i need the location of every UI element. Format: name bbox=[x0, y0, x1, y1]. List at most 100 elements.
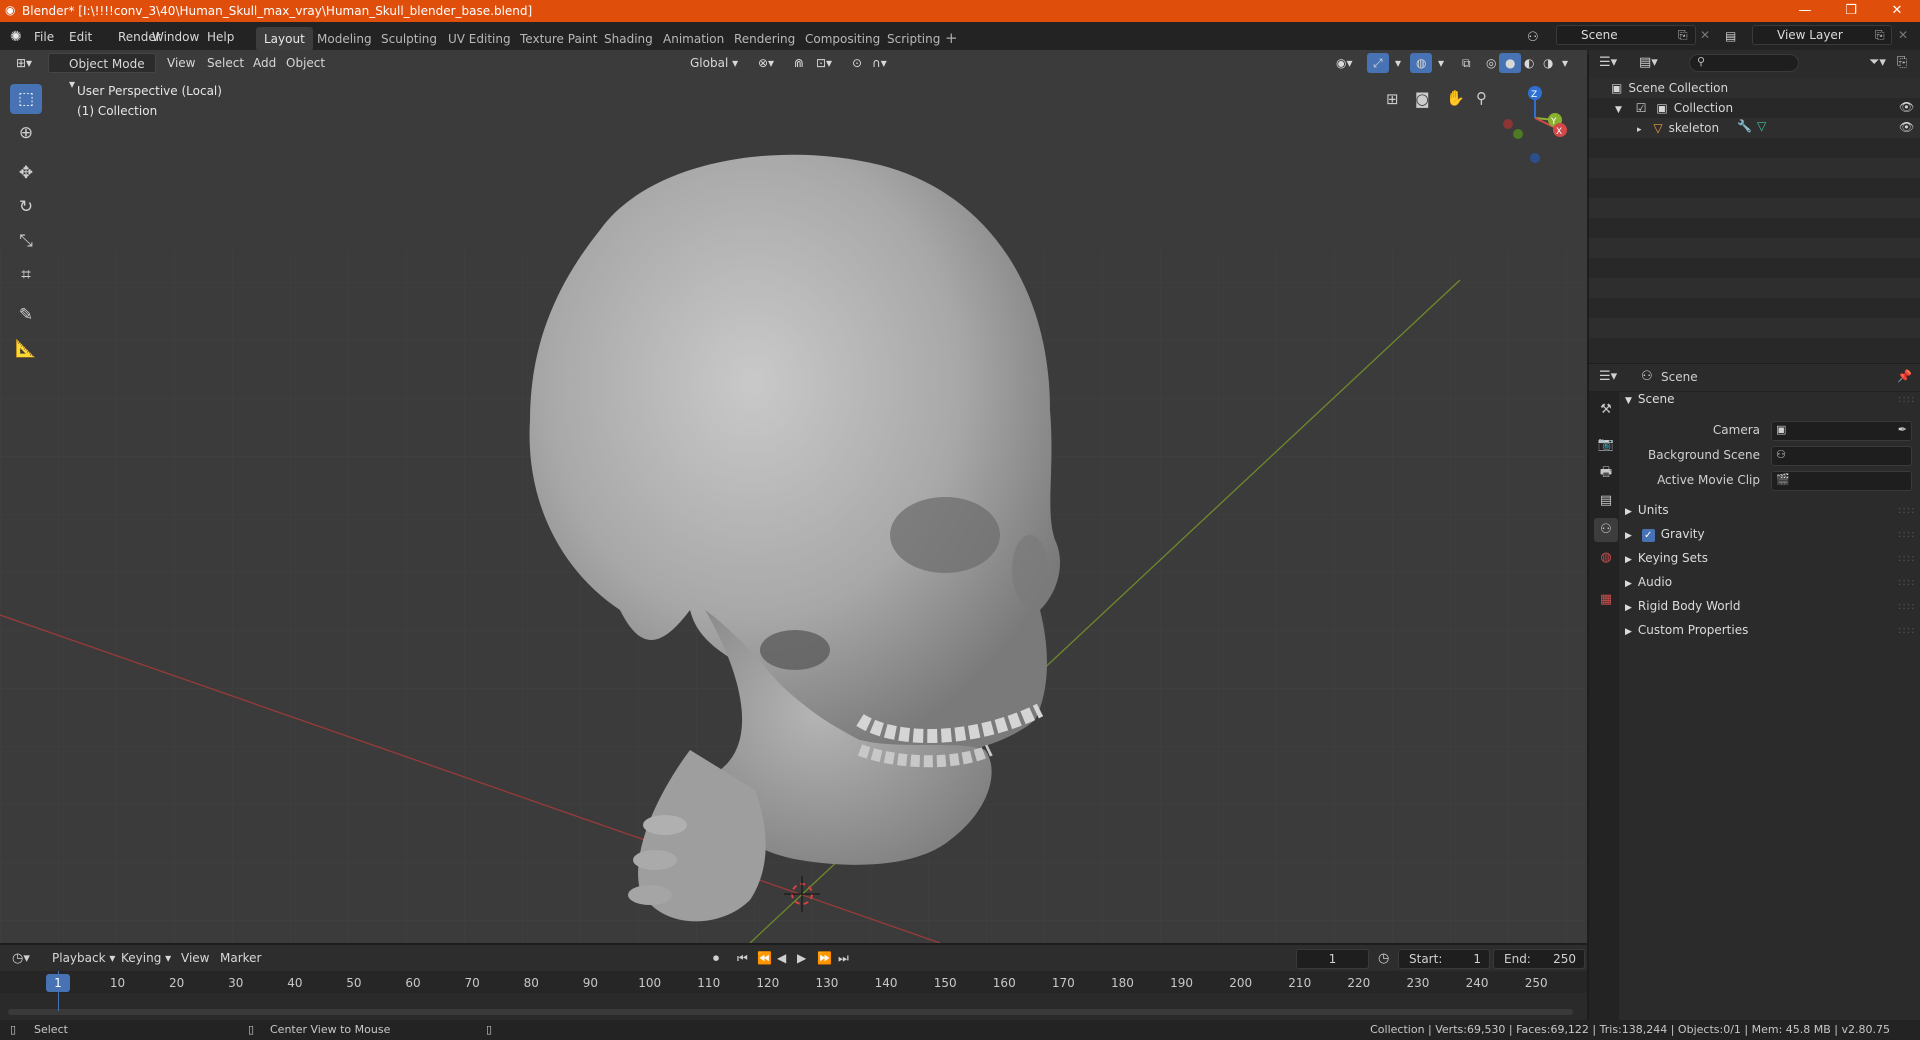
eyedropper-icon[interactable]: ✒ bbox=[1898, 423, 1907, 436]
tab-scene-icon[interactable]: ⚇ bbox=[1594, 518, 1618, 542]
snap-target-icon[interactable]: ⊡▾ bbox=[810, 53, 838, 73]
tab-modeling[interactable]: Modeling bbox=[309, 27, 380, 51]
remove-scene-icon[interactable]: ✕ bbox=[1700, 28, 1710, 42]
timeline-editor-type-icon[interactable]: ◷▾ bbox=[12, 951, 30, 966]
tab-sculpting[interactable]: Sculpting bbox=[373, 27, 445, 51]
move-tool-icon[interactable]: ✥ bbox=[10, 158, 42, 188]
minimize-icon[interactable]: — bbox=[1782, 0, 1828, 22]
object-visibility-icon[interactable]: 👁 bbox=[1899, 120, 1914, 134]
camera-icon[interactable]: ◙ bbox=[1415, 90, 1430, 108]
jump-end-icon[interactable]: ⏭ bbox=[838, 951, 849, 966]
snap-icon[interactable]: ⋒ bbox=[788, 53, 810, 73]
custom-properties-section[interactable]: ▶ Custom Properties bbox=[1625, 623, 1748, 637]
current-frame-field[interactable]: 1 bbox=[1296, 949, 1369, 969]
play-reverse-icon[interactable]: ◀ bbox=[777, 951, 786, 965]
timeline-menu-keying[interactable]: Keying ▾ bbox=[115, 948, 177, 968]
tab-texture-icon[interactable]: ▦ bbox=[1594, 588, 1618, 612]
tab-view-layer-icon[interactable]: ▤ bbox=[1594, 489, 1618, 513]
viewport-menu-object[interactable]: Object bbox=[280, 53, 331, 73]
tab-rendering[interactable]: Rendering bbox=[726, 27, 803, 51]
new-scene-icon[interactable]: ⎘ bbox=[1678, 28, 1688, 43]
outliner-scene-collection[interactable]: ▣ Scene Collection bbox=[1611, 77, 1728, 99]
drag-handle-icon[interactable]: :::: bbox=[1898, 601, 1915, 612]
tab-shading[interactable]: Shading bbox=[596, 27, 661, 51]
scene-selector-icon[interactable]: ⚇ bbox=[1527, 30, 1539, 45]
jump-keyframe-forward-icon[interactable]: ⏩ bbox=[817, 951, 832, 965]
menu-file[interactable]: File bbox=[34, 30, 54, 44]
collection-visibility-icon[interactable]: 👁 bbox=[1899, 100, 1914, 114]
tab-uv-editing[interactable]: UV Editing bbox=[440, 27, 519, 51]
checkbox-icon[interactable]: ☑ bbox=[1636, 101, 1647, 115]
drag-handle-icon[interactable]: :::: bbox=[1898, 394, 1915, 405]
tab-world-icon[interactable]: ◍ bbox=[1594, 546, 1618, 570]
measure-tool-icon[interactable]: 📐 bbox=[10, 334, 42, 364]
select-box-tool-icon[interactable]: ⬚ bbox=[10, 84, 42, 114]
filter-icon[interactable]: ⏷▾ bbox=[1869, 55, 1886, 70]
blender-menu-icon[interactable]: ✺ bbox=[10, 29, 22, 45]
tab-texture-paint[interactable]: Texture Paint bbox=[512, 27, 605, 51]
outliner-editor-type-icon[interactable]: ☰▾ bbox=[1599, 55, 1617, 70]
drag-handle-icon[interactable]: :::: bbox=[1898, 529, 1915, 540]
play-icon[interactable]: ▶ bbox=[797, 951, 806, 965]
start-frame-field[interactable]: Start: 1 bbox=[1398, 949, 1490, 969]
end-frame-field[interactable]: End: 250 bbox=[1493, 949, 1585, 969]
active-movie-clip-field[interactable]: 🎬 bbox=[1771, 471, 1912, 491]
view-layer-field[interactable]: View Layer bbox=[1752, 25, 1892, 45]
editor-type-icon[interactable]: ⊞▾ bbox=[10, 53, 38, 73]
camera-field[interactable]: ▣ ✒ bbox=[1771, 421, 1912, 441]
menu-window[interactable]: Window bbox=[152, 30, 199, 44]
auto-keying-clock-icon[interactable]: ◷ bbox=[1378, 951, 1389, 966]
outliner-object-skeleton[interactable]: ▸ ▽ skeleton bbox=[1637, 117, 1719, 139]
expand-arrow-icon[interactable]: ▸ bbox=[1637, 125, 1642, 135]
restore-icon[interactable]: ❐ bbox=[1828, 0, 1874, 22]
overlays-toggle-icon[interactable]: ◍ bbox=[1410, 53, 1433, 73]
outliner-search-input[interactable]: ⚲ bbox=[1689, 54, 1799, 72]
3d-viewport[interactable]: Z Y X ⊞ ◙ ✋ ⚲ bbox=[0, 50, 1587, 943]
keying-sets-section[interactable]: ▶ Keying Sets bbox=[1625, 551, 1708, 565]
pan-hand-icon[interactable]: ✋ bbox=[1446, 89, 1465, 107]
gravity-section[interactable]: ▶ ✓ Gravity bbox=[1625, 527, 1705, 542]
annotate-tool-icon[interactable]: ✎ bbox=[10, 300, 42, 330]
drag-handle-icon[interactable]: :::: bbox=[1898, 625, 1915, 636]
pivot-point-icon[interactable]: ⊗▾ bbox=[752, 53, 780, 73]
tab-layout[interactable]: Layout bbox=[256, 27, 313, 51]
pin-icon[interactable]: 📌 bbox=[1897, 369, 1912, 383]
expand-arrow-icon[interactable]: ▼ bbox=[1615, 105, 1622, 115]
viewport-menu-add[interactable]: Add bbox=[247, 53, 282, 73]
rotate-tool-icon[interactable]: ↻ bbox=[10, 192, 42, 222]
add-workspace-icon[interactable]: + bbox=[945, 29, 958, 47]
modifier-wrench-icon[interactable]: 🔧 bbox=[1737, 119, 1752, 133]
scale-tool-icon[interactable]: ⤡ bbox=[10, 226, 42, 256]
overlays-dropdown-icon[interactable]: ▾ bbox=[1432, 53, 1450, 73]
rigid-body-world-section[interactable]: ▶ Rigid Body World bbox=[1625, 599, 1740, 613]
timeline-menu-marker[interactable]: Marker bbox=[214, 948, 267, 968]
drag-handle-icon[interactable]: :::: bbox=[1898, 505, 1915, 516]
menu-help[interactable]: Help bbox=[207, 30, 234, 44]
jump-keyframe-back-icon[interactable]: ⏪ bbox=[757, 951, 772, 965]
new-collection-icon[interactable]: ⎘ bbox=[1897, 55, 1907, 70]
gizmo-toggle-icon[interactable]: ⤢ bbox=[1367, 53, 1389, 73]
tab-compositing[interactable]: Compositing bbox=[797, 27, 888, 51]
tab-scripting[interactable]: Scripting bbox=[879, 27, 948, 51]
zoom-icon[interactable]: ⚲ bbox=[1476, 89, 1487, 107]
view-layer-icon[interactable]: ▤ bbox=[1725, 29, 1736, 43]
timeline-menu-view[interactable]: View bbox=[175, 948, 215, 968]
units-section[interactable]: ▶ Units bbox=[1625, 503, 1669, 517]
object-mode-dropdown[interactable]: Object Mode ▾ bbox=[48, 53, 156, 91]
timeline-menu-playback[interactable]: Playback ▾ bbox=[46, 948, 121, 968]
display-mode-icon[interactable]: ▤▾ bbox=[1639, 55, 1658, 70]
menu-edit[interactable]: Edit bbox=[69, 30, 92, 44]
remove-view-layer-icon[interactable]: ✕ bbox=[1898, 28, 1908, 42]
xray-icon[interactable]: ⧉ bbox=[1456, 53, 1477, 73]
playhead-frame-indicator[interactable]: 1 bbox=[46, 974, 70, 992]
shading-options-icon[interactable]: ▾ bbox=[1556, 53, 1574, 73]
cursor-tool-icon[interactable]: ⊕ bbox=[10, 118, 42, 148]
mesh-data-icon[interactable]: ▽ bbox=[1757, 119, 1766, 133]
falloff-icon[interactable]: ∩▾ bbox=[866, 53, 893, 73]
viewport-menu-select[interactable]: Select bbox=[201, 53, 250, 73]
viewport-menu-view[interactable]: View bbox=[161, 53, 201, 73]
close-icon[interactable]: ✕ bbox=[1874, 0, 1920, 22]
toggle-camera-view-icon[interactable]: ⊞ bbox=[1386, 90, 1399, 108]
audio-section[interactable]: ▶ Audio bbox=[1625, 575, 1672, 589]
record-icon[interactable]: ⏺ bbox=[713, 951, 719, 966]
